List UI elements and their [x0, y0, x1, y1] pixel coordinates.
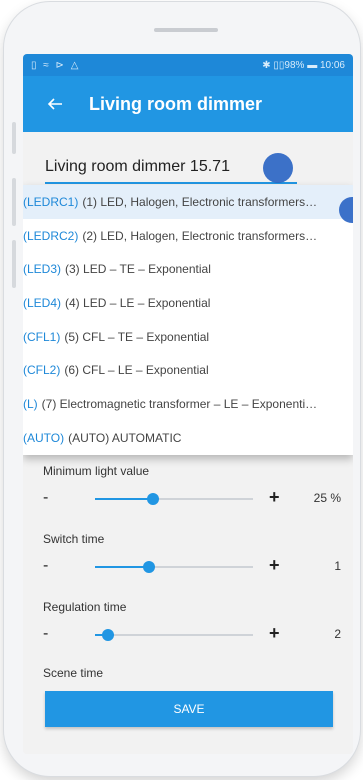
slider-thumb[interactable]	[147, 493, 160, 505]
load-type-dropdown: (LEDRC1) (1) LED, Halogen, Electronic tra…	[23, 185, 353, 455]
option-label: (4) LED – LE – Exponential	[65, 295, 211, 310]
slider-value: 1	[334, 559, 341, 573]
slider-track[interactable]	[95, 629, 253, 641]
screen: ▯ ≈ ⊳ △ ✱ ▯▯98% ▬ 10:06 Living room dimm…	[23, 54, 353, 754]
dimmer-name-input[interactable]: Living room dimmer 15.71	[45, 152, 297, 184]
slider-fill	[95, 566, 149, 568]
dropdown-option[interactable]: (LEDRC1) (1) LED, Halogen, Electronic tra…	[23, 185, 353, 219]
option-label: (AUTO) AUTOMATIC	[68, 430, 182, 445]
dropdown-option[interactable]: (AUTO) (AUTO) AUTOMATIC	[23, 421, 353, 455]
dropdown-option[interactable]: (CFL2) (6) CFL – LE – Exponential	[23, 353, 353, 387]
setting-label-scene-time: Scene time	[43, 666, 104, 680]
option-code: (CFL2)	[23, 363, 61, 378]
slider-value: 2	[334, 627, 341, 641]
setting-label-switch-time: Switch time	[43, 532, 105, 546]
option-label: (1) LED, Halogen, Electronic transformer…	[82, 194, 318, 209]
option-label: (2) LED, Halogen, Electronic transformer…	[82, 228, 318, 243]
dropdown-option[interactable]: (LED3) (3) LED – TE – Exponential	[23, 252, 353, 286]
dropdown-option[interactable]: (L) (7) Electromagnetic transformer – LE …	[23, 387, 353, 421]
slider-thumb[interactable]	[101, 629, 114, 641]
speaker-grille	[154, 28, 218, 32]
decrease-button[interactable]: -	[43, 557, 48, 575]
slider-thumb[interactable]	[142, 561, 155, 573]
option-code: (AUTO)	[23, 430, 65, 445]
side-button-volume-down	[12, 240, 16, 288]
page-title: Living room dimmer	[89, 93, 263, 114]
slider-track[interactable]	[95, 493, 253, 505]
status-icons-left: ▯ ≈ ⊳ △	[31, 59, 81, 71]
option-code: (CFL1)	[23, 329, 61, 344]
dropdown-option[interactable]: (CFL1) (5) CFL – TE – Exponential	[23, 320, 353, 354]
content-area: Living room dimmer 15.71 (LEDRC1) (1) LED…	[23, 132, 353, 754]
back-button[interactable]	[35, 84, 75, 124]
slider-switch-time: - + 1	[23, 555, 353, 579]
toolbar: Living room dimmer	[23, 76, 353, 132]
increase-button[interactable]: +	[269, 487, 280, 508]
side-button-volume-up	[12, 178, 16, 226]
phone-frame: ▯ ≈ ⊳ △ ✱ ▯▯98% ▬ 10:06 Living room dimm…	[4, 2, 360, 776]
slider-value: 25 %	[313, 491, 341, 505]
setting-label-min-light: Minimum light value	[43, 464, 150, 478]
slider-regulation-time: - + 2	[23, 623, 353, 647]
status-icons-right: ✱ ▯▯98% ▬ 10:06	[262, 59, 345, 71]
status-bar: ▯ ≈ ⊳ △ ✱ ▯▯98% ▬ 10:06	[23, 54, 353, 76]
touch-indicator	[263, 153, 293, 183]
option-label: (6) CFL – LE – Exponential	[64, 363, 209, 378]
decrease-button[interactable]: -	[43, 625, 48, 643]
dropdown-option[interactable]: (LEDRC2) (2) LED, Halogen, Electronic tra…	[23, 219, 353, 253]
slider-fill	[95, 498, 154, 500]
arrow-left-icon	[47, 98, 62, 110]
option-code: (L)	[23, 396, 38, 411]
option-code: (LED4)	[23, 295, 62, 310]
slider-min-light: - + 25 %	[23, 487, 353, 511]
setting-label-regulation-time: Regulation time	[43, 600, 127, 614]
option-code: (LEDRC2)	[23, 228, 79, 243]
option-code: (LEDRC1)	[23, 194, 79, 209]
side-button-top	[12, 122, 16, 154]
decrease-button[interactable]: -	[43, 489, 48, 507]
option-label: (7) Electromagnetic transformer – LE – E…	[41, 396, 318, 411]
increase-button[interactable]: +	[269, 555, 280, 576]
option-label: (3) LED – TE – Exponential	[65, 262, 211, 277]
scroll-fade	[23, 684, 353, 690]
save-button[interactable]: SAVE	[45, 691, 333, 727]
increase-button[interactable]: +	[269, 623, 280, 644]
slider-track[interactable]	[95, 561, 253, 573]
option-label: (5) CFL – TE – Exponential	[64, 329, 210, 344]
dropdown-option[interactable]: (LED4) (4) LED – LE – Exponential	[23, 286, 353, 320]
option-code: (LED3)	[23, 262, 62, 277]
